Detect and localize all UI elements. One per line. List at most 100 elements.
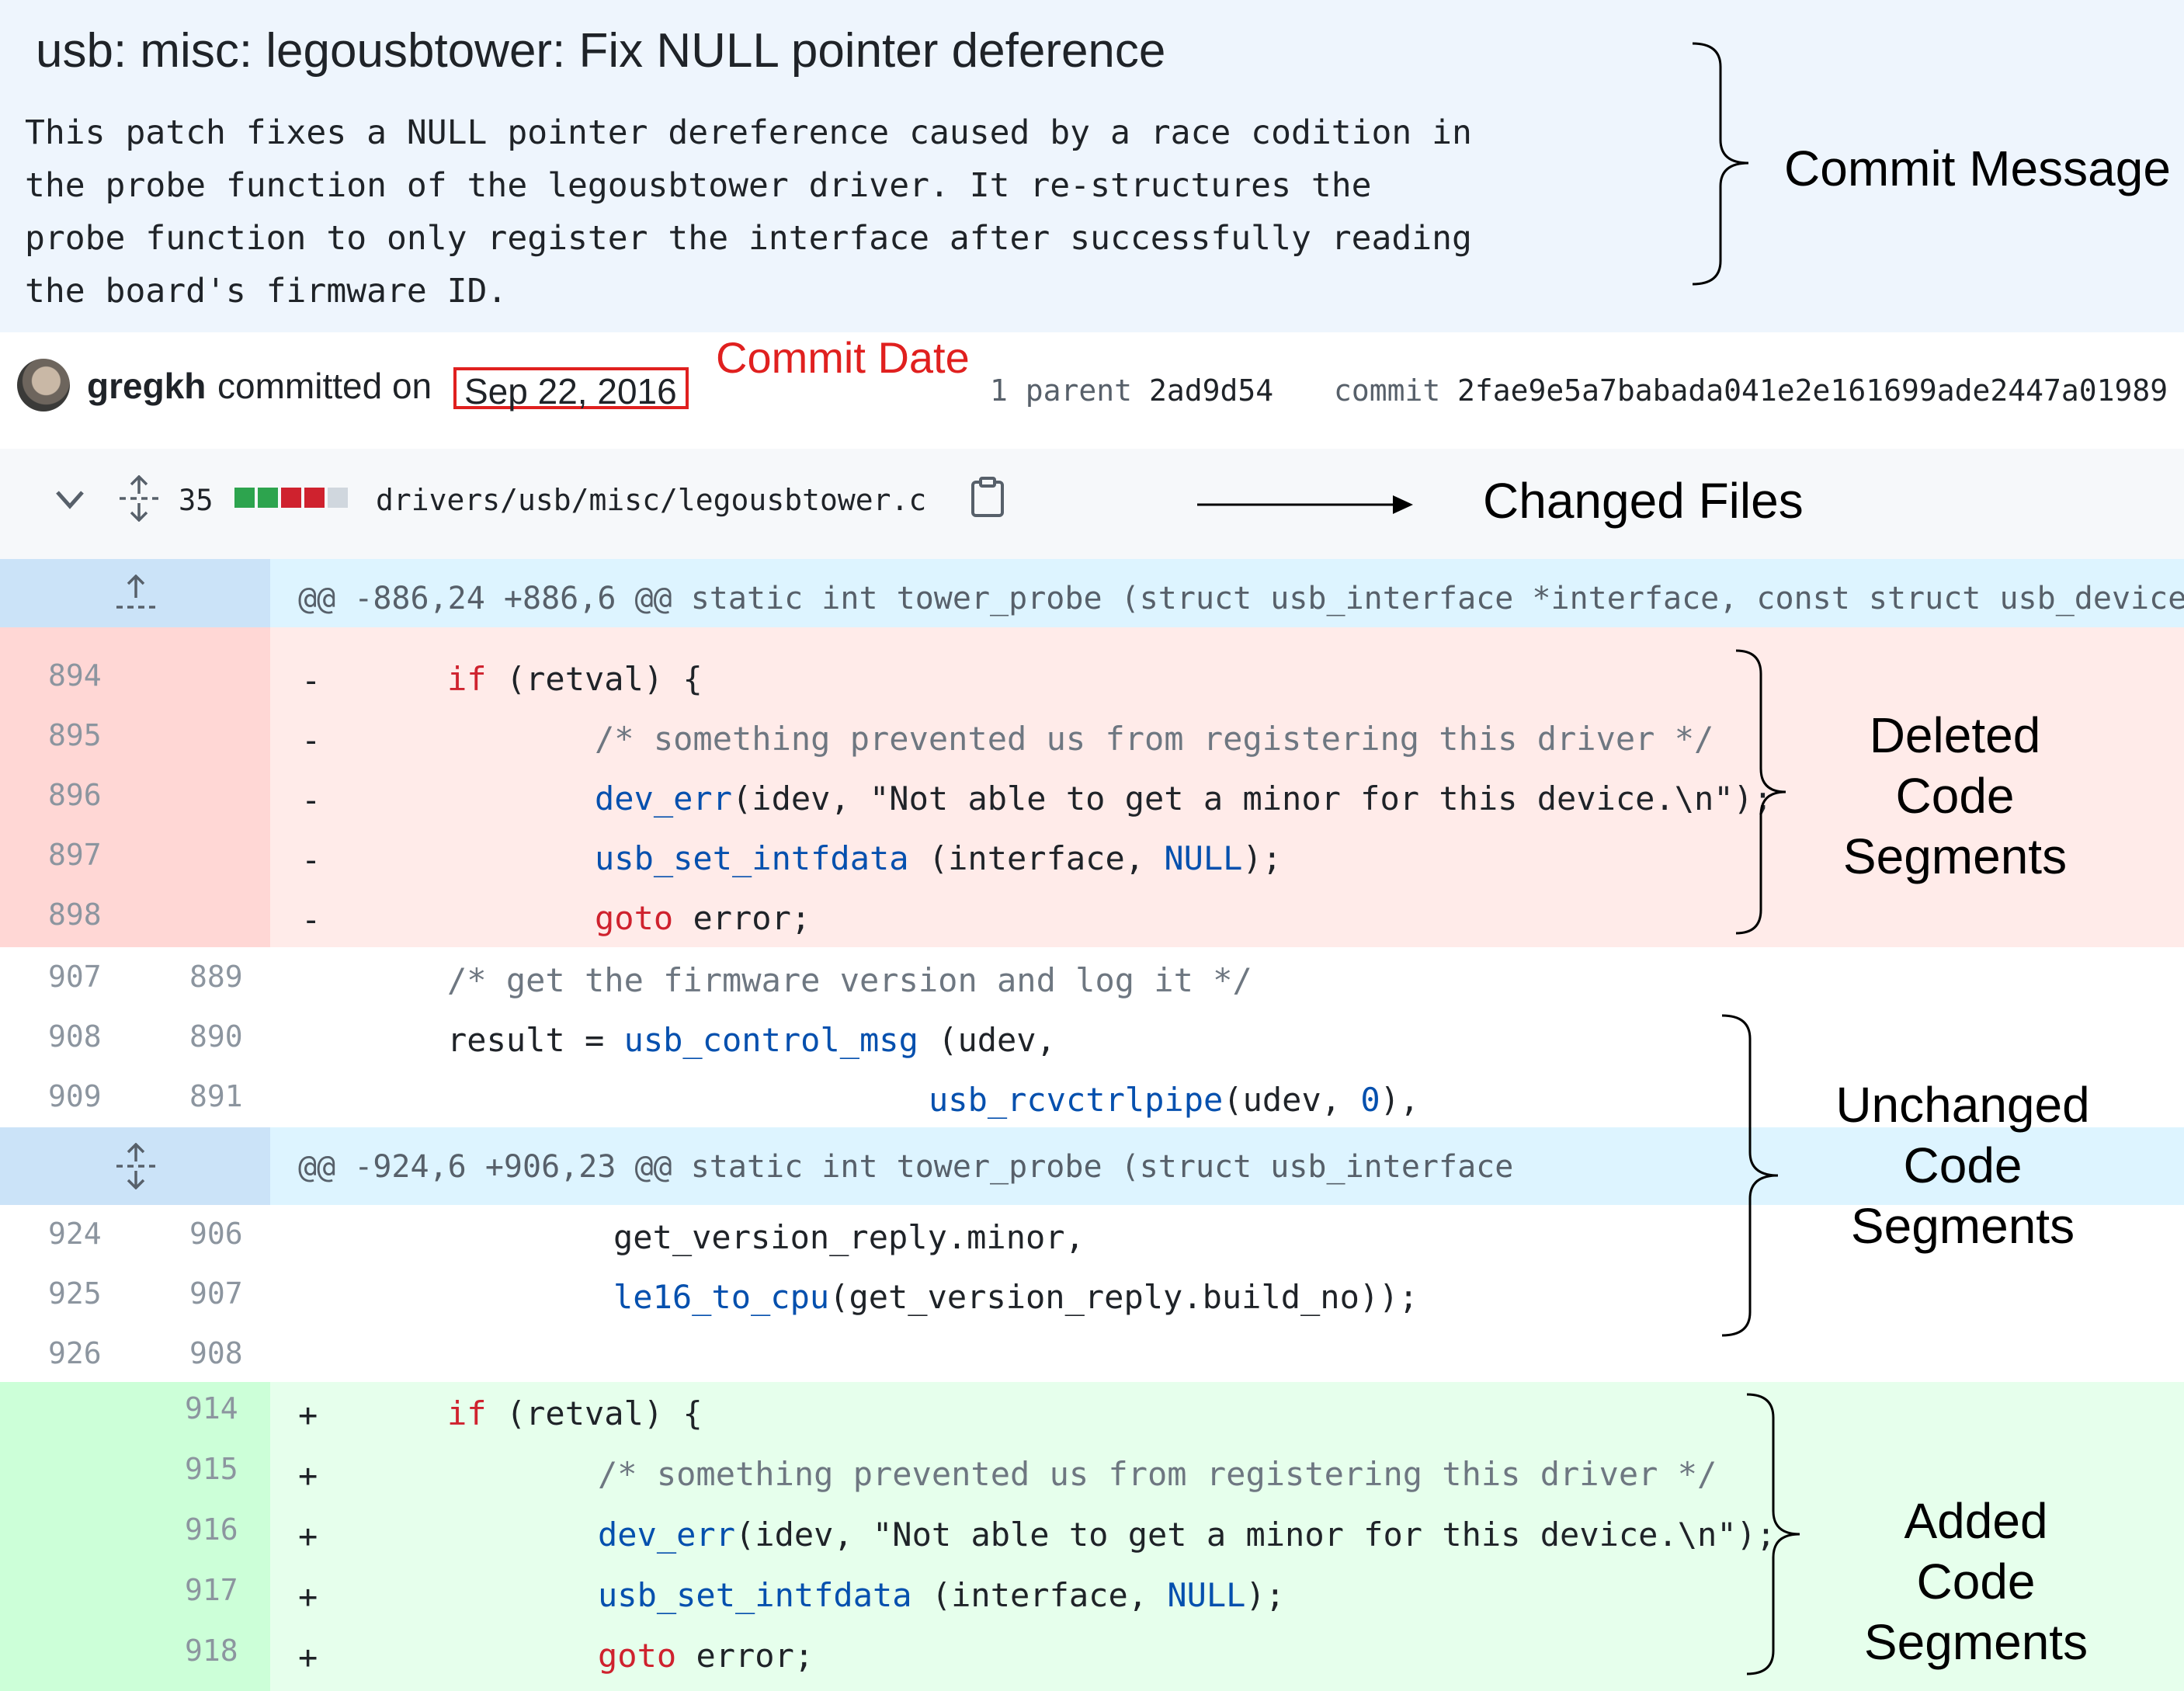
old-line-number[interactable]: 895 [48, 718, 102, 752]
code-token: (udev, [1223, 1081, 1361, 1119]
added-annotation-line: Segments [1863, 1614, 2089, 1670]
code-token: (retval) { [486, 660, 703, 698]
diffstat-added-square [234, 488, 255, 508]
parent-label: 1 parent [990, 373, 1133, 408]
diffstat-deleted-square [281, 488, 301, 508]
unchanged-annotation-line: Segments [1850, 1198, 2075, 1254]
added-annotation-line: Added [1904, 1493, 2048, 1549]
code-line: goto error; [595, 899, 811, 937]
new-line-number[interactable]: 915 [185, 1452, 238, 1486]
unchanged-annotation-line: Code [1903, 1137, 2023, 1193]
code-token: error; [676, 1637, 814, 1675]
deleted-annotation-line: Code [1895, 768, 2015, 824]
new-line-number[interactable]: 907 [189, 1276, 243, 1311]
code-token: ); [1242, 839, 1283, 877]
unchanged-annotation-line: Unchanged [1835, 1077, 2090, 1133]
new-line-number[interactable]: 891 [189, 1079, 243, 1113]
code-token: ); [1245, 1576, 1286, 1614]
old-line-number[interactable]: 898 [48, 898, 102, 932]
changes-count: 35 [179, 484, 214, 517]
file-path-link[interactable]: drivers/usb/misc/legousbtower.c [376, 483, 926, 517]
code-line: /* get the firmware version and log it *… [447, 961, 1252, 999]
old-line-number[interactable]: 925 [48, 1276, 102, 1311]
diff-sign: + [298, 1578, 318, 1616]
new-line-number[interactable]: 917 [185, 1573, 238, 1607]
deleted-annotation-line: Segments [1842, 828, 2068, 884]
code-token: usb_set_intfdata [598, 1576, 912, 1614]
unfold-icon[interactable] [118, 475, 160, 522]
old-line-number[interactable]: 907 [48, 960, 102, 994]
diff-sign: + [298, 1457, 318, 1495]
code-token: ), [1380, 1081, 1420, 1119]
diffstat-added-square [258, 488, 278, 508]
code-line: /* something prevented us from registeri… [598, 1455, 1717, 1493]
code-token: NULL [1167, 1576, 1246, 1614]
old-line-number[interactable]: 897 [48, 838, 102, 872]
code-line: if (retval) { [447, 1394, 703, 1432]
code-line: usb_set_intfdata (interface, NULL); [598, 1576, 1285, 1614]
commit-label: commit [1334, 373, 1441, 408]
code-line: dev_err(idev, "Not able to get a minor f… [595, 780, 1773, 818]
code-token: goto [598, 1637, 677, 1675]
new-line-number[interactable]: 916 [185, 1512, 238, 1547]
code-token: result = [447, 1021, 624, 1059]
commit-title: usb: misc: legousbtower: Fix NULL pointe… [36, 24, 1166, 78]
diff-sign: + [298, 1638, 318, 1676]
commit-date: Sep 22, 2016 [453, 367, 689, 411]
new-line-number[interactable]: 918 [185, 1634, 238, 1668]
code-token: (idev, "Not able to get a minor for this… [732, 780, 1773, 818]
code-line: get_version_reply.minor, [613, 1218, 1085, 1256]
deleted-annotation-line: Deleted [1869, 707, 2041, 763]
old-line-number[interactable]: 908 [48, 1019, 102, 1054]
author-link[interactable]: gregkh [87, 365, 206, 407]
changed-files-annotation: Changed Files [1483, 473, 1804, 529]
copy-icon[interactable] [970, 477, 1005, 517]
diff-sign: - [301, 781, 321, 819]
expand-up-icon[interactable] [115, 575, 157, 612]
code-line: if (retval) { [447, 660, 703, 698]
code-line: result = usb_control_msg (udev, [447, 1021, 1056, 1059]
code-token: (udev, [918, 1021, 1056, 1059]
code-token: NULL [1164, 839, 1243, 877]
commit-message-line: the probe function of the legousbtower d… [25, 166, 1372, 205]
code-line: goto error; [598, 1637, 814, 1675]
code-token: if [447, 660, 487, 698]
new-line-number[interactable]: 890 [189, 1019, 243, 1054]
new-line-number[interactable]: 906 [189, 1217, 243, 1251]
commit-message-line: the board's firmware ID. [25, 272, 508, 311]
commit-sha: 2fae9e5a7babada041e2e161699ade2447a01989 [1457, 373, 2168, 408]
parent-sha-link[interactable]: 2ad9d54 [1149, 373, 1273, 408]
avatar[interactable] [17, 359, 70, 411]
new-line-number[interactable]: 914 [185, 1391, 238, 1425]
code-line: /* something prevented us from registeri… [595, 720, 1714, 758]
code-token: (idev, "Not able to get a minor for this… [735, 1516, 1776, 1554]
diff-sign: - [301, 661, 321, 700]
code-token: dev_err [598, 1516, 736, 1554]
commit-message-line: This patch fixes a NULL pointer derefere… [25, 113, 1472, 152]
code-token: le16_to_cpu [613, 1278, 830, 1316]
code-line: usb_set_intfdata (interface, NULL); [595, 839, 1282, 877]
new-line-number[interactable]: 908 [189, 1336, 243, 1370]
code-token: dev_err [595, 780, 733, 818]
old-line-number[interactable]: 924 [48, 1217, 102, 1251]
code-line: le16_to_cpu(get_version_reply.build_no))… [613, 1278, 1418, 1316]
committed-on-label: committed on [217, 366, 432, 406]
old-line-number[interactable]: 896 [48, 778, 102, 812]
hunk-header-text: @@ -924,6 +906,23 @@ static int tower_pr… [298, 1149, 1514, 1185]
new-line-number[interactable]: 889 [189, 960, 243, 994]
hunk-header-text: @@ -886,24 +886,6 @@ static int tower_pr… [298, 581, 2184, 616]
diff-sign: + [298, 1396, 318, 1434]
diff-sign: - [301, 721, 321, 759]
old-line-number[interactable]: 926 [48, 1336, 102, 1370]
old-line-number[interactable]: 894 [48, 658, 102, 693]
code-line: usb_rcvctrlpipe(udev, 0), [929, 1081, 1419, 1119]
added-annotation-line: Code [1916, 1554, 2036, 1609]
old-line-number[interactable]: 909 [48, 1079, 102, 1113]
commit-message-line: probe function to only register the inte… [25, 219, 1472, 258]
chevron-down-icon[interactable] [54, 488, 85, 511]
commit-date-annotation: Commit Date [716, 333, 970, 382]
diffstat-deleted-square [304, 488, 325, 508]
code-token: if [447, 1394, 487, 1432]
unfold-icon[interactable] [115, 1143, 157, 1189]
code-token: usb_set_intfdata [595, 839, 909, 877]
